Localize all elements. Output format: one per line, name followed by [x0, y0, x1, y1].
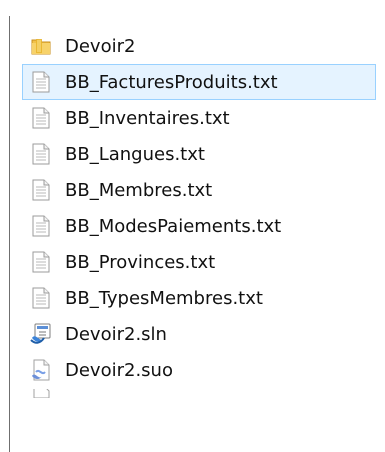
- file-icon: [30, 389, 52, 399]
- text-file-icon: [30, 143, 52, 165]
- text-file-icon: [30, 215, 52, 237]
- list-item-bb-typesmembres-txt[interactable]: BB_TypesMembres.txt: [22, 280, 376, 316]
- file-name: BB_TypesMembres.txt: [65, 287, 263, 309]
- list-item-partially-visible[interactable]: [22, 388, 376, 400]
- file-list: Devoir2 BB_FacturesProduits.txt BB_Inven…: [22, 28, 376, 400]
- list-item-bb-langues-txt[interactable]: BB_Langues.txt: [22, 136, 376, 172]
- list-item-devoir2-folder[interactable]: Devoir2: [22, 28, 376, 64]
- list-item-bb-inventaires-txt[interactable]: BB_Inventaires.txt: [22, 100, 376, 136]
- file-name: BB_Langues.txt: [65, 143, 205, 165]
- text-file-icon: [30, 287, 52, 309]
- text-file-icon: [30, 179, 52, 201]
- text-file-icon: [30, 251, 52, 273]
- text-file-icon: [30, 107, 52, 129]
- file-name: BB_Inventaires.txt: [65, 107, 230, 129]
- file-name: BB_Provinces.txt: [65, 251, 216, 273]
- file-name: Devoir2.sln: [65, 323, 167, 345]
- list-item-bb-membres-txt[interactable]: BB_Membres.txt: [22, 172, 376, 208]
- file-name: Devoir2: [65, 35, 136, 57]
- list-item-bb-provinces-txt[interactable]: BB_Provinces.txt: [22, 244, 376, 280]
- file-name: BB_FacturesProduits.txt: [65, 71, 278, 93]
- list-item-devoir2-sln[interactable]: Devoir2.sln: [22, 316, 376, 352]
- list-item-bb-modespaiements-txt[interactable]: BB_ModesPaiements.txt: [22, 208, 376, 244]
- file-name: BB_ModesPaiements.txt: [65, 215, 282, 237]
- text-file-icon: [30, 71, 52, 93]
- file-name: BB_Membres.txt: [65, 179, 213, 201]
- folder-icon: [30, 35, 52, 57]
- visual-studio-solution-icon: [30, 323, 52, 345]
- list-item-devoir2-suo[interactable]: Devoir2.suo: [22, 352, 376, 388]
- file-name: Devoir2.suo: [65, 359, 173, 381]
- suo-file-icon: [30, 359, 52, 381]
- list-item-bb-facturesproduits-txt[interactable]: BB_FacturesProduits.txt: [22, 64, 376, 100]
